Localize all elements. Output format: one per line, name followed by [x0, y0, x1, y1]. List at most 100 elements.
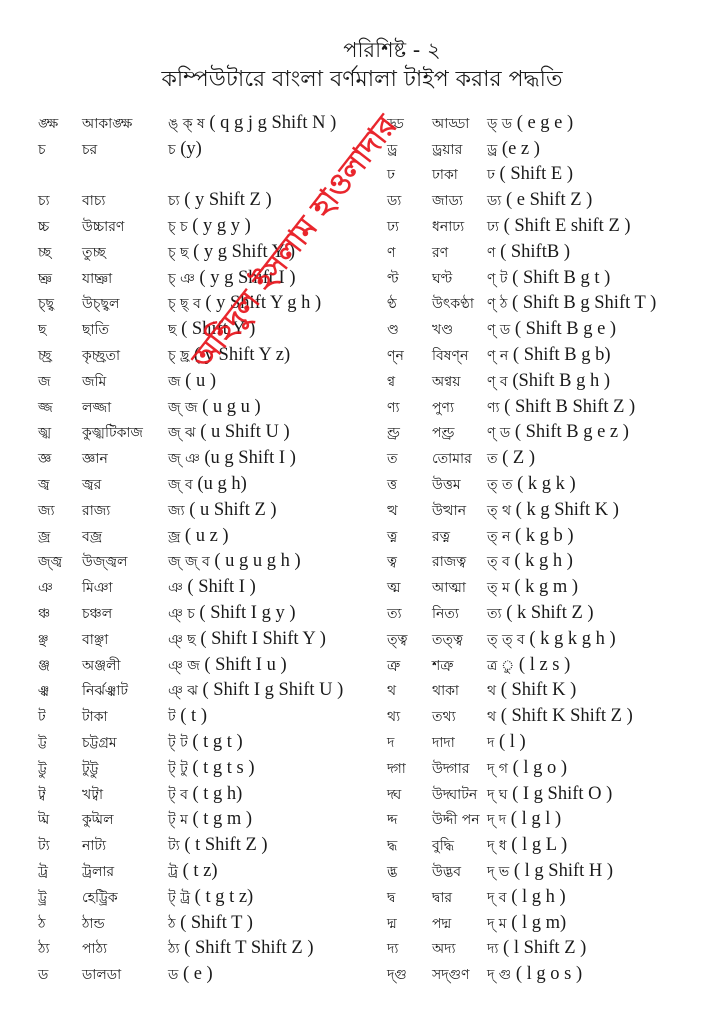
typed-letters: দ্য [487, 941, 499, 958]
typed-letters: ড [168, 967, 179, 984]
example-word: বিষণ্ন [432, 348, 469, 365]
keystrokes: ( Shift B g t ) [512, 267, 611, 288]
key-sequence: ত্ ন ( k g b ) [487, 525, 574, 549]
key-sequence: ঙ্ ক্ ষ ( q g j g Shift N ) [168, 112, 336, 136]
conjunct-letter: দ্ঘ [387, 786, 402, 803]
table-row: ঞ্চ চঞ্চল ঞ্ চ ( Shift I g y ) [38, 601, 378, 627]
keystrokes: ( t Shift Z ) [184, 835, 268, 856]
table-row: ণ্ব অণ্বয় ণ্ ব (Shift B g h ) [387, 369, 717, 395]
typed-letters: ণ্ ড [487, 322, 511, 339]
table-row: ড্র ড্রয়ার ড্র (e z ) [387, 137, 717, 163]
keystrokes: ( Shift K ) [500, 680, 577, 701]
key-sequence: ত্র ু ( l z s ) [487, 654, 570, 678]
keystrokes: ( Shift K Shift Z ) [500, 706, 633, 727]
example-word: দাদা [432, 735, 455, 752]
example-word: জমি [82, 373, 107, 390]
keystrokes: (e z ) [501, 138, 540, 159]
keystrokes: ( t g h) [192, 783, 243, 804]
key-sequence: জ্ জ ( u g u ) [168, 396, 261, 420]
example-word: উচ্চারণ [82, 219, 125, 236]
example-word: তত্ত্ব [432, 631, 463, 648]
example-word: বাঞ্ছা [82, 631, 109, 648]
key-sequence: জ্ ঝ ( u Shift U ) [168, 421, 290, 445]
example-word: আত্মা [432, 580, 466, 597]
key-sequence: দ্য ( l Shift Z ) [487, 937, 586, 961]
typed-letters: ত্ ম [487, 580, 510, 597]
key-sequence: দ্ দ ( l g l ) [487, 808, 561, 832]
example-word: বাচ্য [82, 193, 106, 210]
keystrokes: ( l g L ) [511, 835, 568, 856]
typed-letters: চ্ ছ্ ব [168, 296, 201, 313]
conjunct-letter: ট [38, 709, 46, 726]
keystrokes: ( l Shift Z ) [503, 938, 587, 959]
conjunct-letter: ত [387, 451, 398, 468]
keystrokes: ( Shift I Shift Y ) [200, 628, 326, 649]
keystrokes: ( t ) [180, 706, 207, 727]
table-row: দ্ভ উদ্ভব দ্ ভ ( l g Shift H ) [387, 859, 717, 885]
keystrokes: ( k g k ) [517, 474, 576, 495]
conjunct-letter: ত্য [387, 606, 402, 623]
example-word: চর [82, 141, 98, 158]
typed-letters: ত [487, 451, 498, 468]
example-word: উদ্ভব [432, 864, 462, 880]
key-sequence: ঞ ( Shift I ) [168, 576, 256, 600]
key-sequence: দ ( l ) [487, 731, 526, 755]
example-word: চঞ্চল [82, 606, 113, 623]
typed-letters: জ [168, 373, 181, 390]
keystrokes: ( k Shift Z ) [506, 603, 594, 624]
table-row: ত তোমার ত ( Z ) [387, 446, 717, 472]
example-word: রত্ন [432, 528, 450, 545]
typed-letters: দ্ ব [487, 889, 507, 906]
typed-letters: ত্ ত [487, 477, 513, 494]
typed-letters: চ্ ঞ [168, 270, 195, 287]
example-word: আকাঙ্ক্ষ [82, 115, 133, 132]
key-sequence: ত্য ( k Shift Z ) [487, 602, 594, 626]
typed-letters: ণ্ ড [487, 425, 511, 442]
key-sequence: জ্ ব (u g h) [168, 473, 247, 497]
example-word: দ্বার [432, 889, 453, 906]
table-row: ট্র ট্রলার ট্র ( t z) [38, 859, 378, 885]
key-sequence: দ্ ঘ ( I g Shift O ) [487, 783, 612, 807]
keystrokes: ( l g m) [511, 912, 567, 933]
conjunct-letter: ণ্য [387, 399, 400, 416]
typed-letters: ট্ ট [168, 735, 188, 752]
example-word: খট্বা [82, 786, 104, 803]
key-sequence: ণ ( ShiftB ) [487, 241, 570, 265]
table-row: ঠ ঠান্ড ঠ ( Shift T ) [38, 911, 378, 937]
table-row: ট্টু টুট্টু ট্ টু ( t g t s ) [38, 756, 378, 782]
table-row: দ্য অদ্য দ্য ( l Shift Z ) [387, 937, 717, 963]
key-sequence: ট্ ট্র ( t g t z) [168, 886, 253, 910]
table-row: ড ডালডা ড ( e ) [38, 962, 378, 988]
conjunct-letter: দ [387, 735, 395, 752]
table-row: ত্ন রত্ন ত্ ন ( k g b ) [387, 524, 717, 550]
example-word: নিত্য [432, 606, 459, 623]
page-title: কম্পিউটারে বাংলা বর্ণমালা টাইপ করার পদ্ধ… [161, 67, 563, 92]
conjunct-letter: ট্য [38, 838, 50, 855]
key-sequence: চ্য ( y Shift Z ) [168, 189, 272, 213]
table-row: ঞ্ঝ নির্ঝঞ্ঝাট ঞ্ ঝ ( Shift I g Shift U ) [38, 679, 378, 705]
key-sequence: দ্ গু ( l g o s ) [487, 963, 582, 987]
typed-letters: ত্ ত্ ব [487, 631, 525, 648]
conjunct-letter: ঞ [38, 580, 53, 597]
typed-letters: ট্ টু [168, 760, 188, 777]
key-sequence: থ ( Shift K ) [487, 679, 576, 703]
key-sequence: জ ( u ) [168, 370, 216, 394]
conjunct-letter: দ্গা [387, 760, 406, 777]
typed-letters: থ [487, 709, 497, 726]
example-word: শত্রু [432, 657, 454, 674]
example-word: ধনাঢ্য [432, 219, 465, 236]
typed-letters: ণ্ ঠ [487, 296, 508, 313]
key-sequence: জ্ ঞ (u g Shift I ) [168, 447, 296, 471]
key-sequence: ড ( e ) [168, 963, 213, 987]
conjunct-letter: ঢ্য [387, 219, 399, 236]
keystrokes: ( e g e ) [516, 112, 574, 133]
example-word: পদ্ম [432, 915, 452, 932]
keystrokes: ( l g Shift H ) [513, 861, 614, 881]
typed-letters: ঞ [168, 580, 183, 597]
table-row: জ্ব জ্বর জ্ ব (u g h) [38, 472, 378, 498]
key-sequence: ত্ ম ( k g m ) [487, 576, 578, 600]
example-word: কৃচ্ছ্রতা [82, 348, 121, 365]
typed-letters: ঠ্য [168, 941, 180, 958]
example-word: পাঠ্য [82, 941, 108, 958]
key-sequence: ণ্ ঠ ( Shift B g Shift T ) [487, 292, 656, 316]
